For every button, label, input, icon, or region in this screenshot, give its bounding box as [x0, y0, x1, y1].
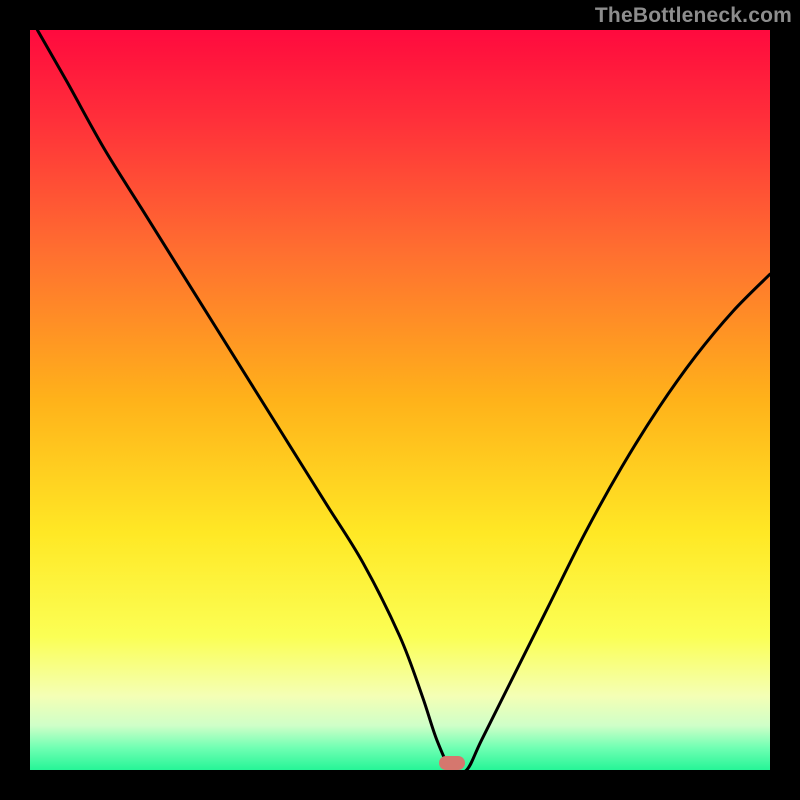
chart-frame: TheBottleneck.com — [0, 0, 800, 800]
watermark-text: TheBottleneck.com — [595, 4, 792, 28]
bottleneck-curve — [30, 30, 770, 770]
valley-marker — [439, 756, 465, 770]
plot-area — [30, 30, 770, 770]
